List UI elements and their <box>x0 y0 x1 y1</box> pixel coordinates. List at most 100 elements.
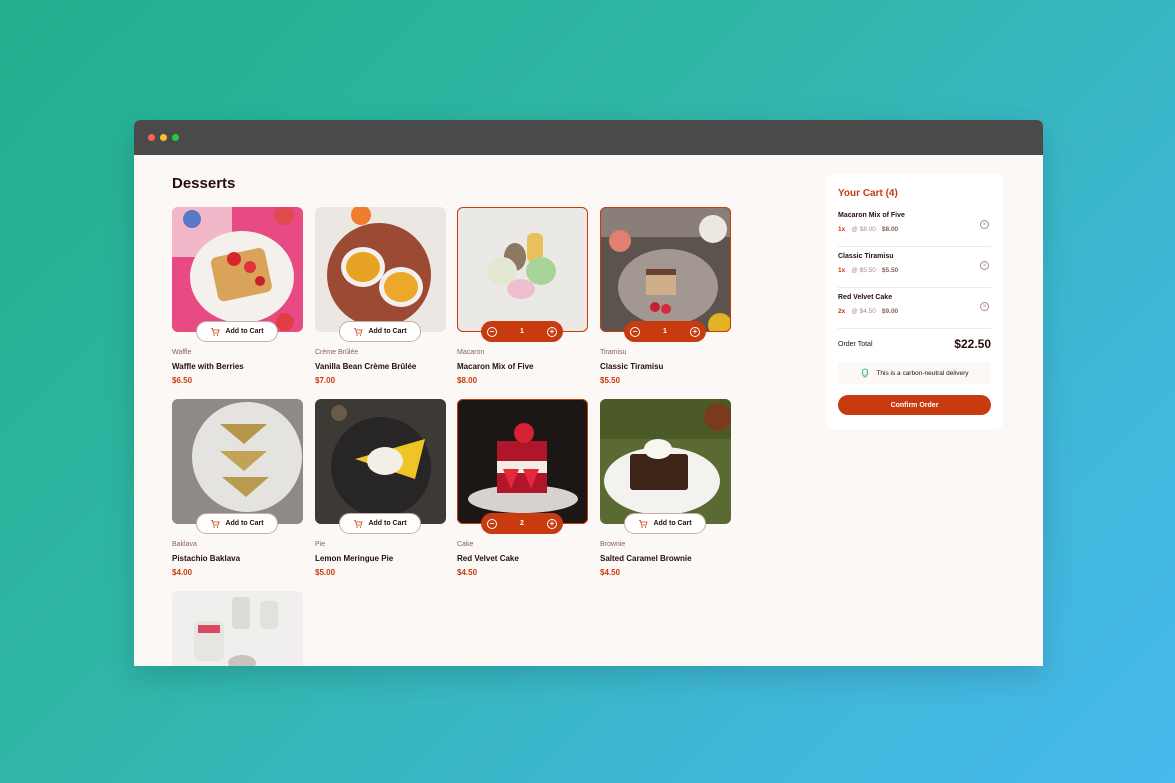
window-titlebar <box>134 120 1043 155</box>
decrement-icon[interactable]: − <box>630 326 640 337</box>
product-category: Tiramisu <box>600 349 627 356</box>
product-category: Brownie <box>600 541 626 548</box>
tree-icon <box>862 368 869 378</box>
cart-item: Macaron Mix of Five 1x @ $8.00 $8.00 × <box>838 206 991 247</box>
confirm-order-button[interactable]: Confirm Order <box>838 395 991 415</box>
product-price: $4.00 <box>172 568 193 577</box>
cart-item-unit-price: @ $5.50 <box>851 267 876 274</box>
product-image-baklava <box>172 399 303 524</box>
add-to-cart-button[interactable]: Add to Cart <box>339 513 421 534</box>
page-title: Desserts <box>172 175 236 192</box>
product-name: Pistachio Baklava <box>172 554 241 563</box>
quantity-value: 1 <box>663 328 667 335</box>
order-total-value: $22.50 <box>954 337 991 351</box>
product-card: − 2 + Cake Red Velvet Cake $4.50 <box>457 399 588 577</box>
add-to-cart-button[interactable]: Add to Cart <box>624 513 706 534</box>
add-to-cart-button[interactable]: Add to Cart <box>196 513 278 534</box>
product-category: Baklava <box>172 541 197 548</box>
product-card: Add to Cart Brownie Salted Caramel Brown… <box>600 399 731 577</box>
browser-window: Desserts Add to Cart Waffle Waffle with … <box>134 120 1043 666</box>
cart-item-qty: 1x <box>838 226 846 233</box>
quantity-value: 1 <box>520 328 524 335</box>
cart-item-name: Classic Tiramisu <box>838 253 894 260</box>
decrement-icon[interactable]: − <box>487 518 497 529</box>
product-image-tiramisu <box>600 207 731 332</box>
product-card: − 1 + Macaron Macaron Mix of Five $8.00 <box>457 207 588 385</box>
product-name: Classic Tiramisu <box>600 362 664 371</box>
product-card: Add to Cart Baklava Pistachio Baklava $4… <box>172 399 303 577</box>
add-to-cart-button[interactable]: Add to Cart <box>196 321 278 342</box>
add-to-cart-icon <box>354 327 363 336</box>
cart-item-name: Red Velvet Cake <box>838 294 893 301</box>
decrement-icon[interactable]: − <box>487 326 497 337</box>
product-price: $7.00 <box>315 376 336 385</box>
cart-item-unit-price: @ $8.00 <box>851 226 876 233</box>
cart-item: Classic Tiramisu 1x @ $5.50 $5.50 × <box>838 247 991 288</box>
product-price: $4.50 <box>457 568 478 577</box>
quantity-stepper[interactable]: − 1 + <box>481 321 563 342</box>
product-price: $6.50 <box>172 376 193 385</box>
product-price: $5.50 <box>600 376 621 385</box>
add-to-cart-label: Add to Cart <box>368 328 407 335</box>
cart-item-qty: 2x <box>838 308 846 315</box>
add-to-cart-label: Add to Cart <box>368 520 407 527</box>
remove-item-icon[interactable]: × <box>980 302 989 311</box>
product-name: Vanilla Bean Crème Brûlée <box>315 362 417 371</box>
cart-title: Your Cart (4) <box>838 188 898 199</box>
cart-item-unit-price: @ $4.50 <box>851 308 876 315</box>
increment-icon[interactable]: + <box>690 326 700 337</box>
quantity-stepper[interactable]: − 2 + <box>481 513 563 534</box>
product-name: Salted Caramel Brownie <box>600 554 692 563</box>
product-price: $5.00 <box>315 568 336 577</box>
increment-icon[interactable]: + <box>547 518 557 529</box>
cart-item-total: $8.00 <box>881 226 899 233</box>
product-name: Waffle with Berries <box>172 362 244 371</box>
cart-item: Red Velvet Cake 2x @ $4.50 $9.00 × <box>838 288 991 329</box>
product-card: Add to Cart Crème Brûlée Vanilla Bean Cr… <box>315 207 446 385</box>
add-to-cart-button[interactable]: Add to Cart <box>339 321 421 342</box>
close-window-dot[interactable] <box>148 134 155 141</box>
product-image-brownie <box>600 399 731 524</box>
maximize-window-dot[interactable] <box>172 134 179 141</box>
page-content: Desserts Add to Cart Waffle Waffle with … <box>134 155 1043 666</box>
add-to-cart-icon <box>639 519 648 528</box>
product-price: $4.50 <box>600 568 621 577</box>
add-to-cart-icon <box>211 327 220 336</box>
product-card: Add to Cart Waffle Waffle with Berries $… <box>172 207 303 385</box>
add-to-cart-label: Add to Cart <box>225 520 264 527</box>
cart-item-meta: 2x @ $4.50 $9.00 <box>838 308 898 315</box>
product-card: − 1 + Tiramisu Classic Tiramisu $5.50 <box>600 207 731 385</box>
cart-item-total: $9.00 <box>881 308 899 315</box>
carbon-neutral-text: This is a carbon-neutral delivery <box>876 369 969 377</box>
quantity-value: 2 <box>520 520 524 527</box>
product-card <box>172 591 303 666</box>
product-image-panna-cotta <box>172 591 303 666</box>
cart-item-meta: 1x @ $8.00 $8.00 <box>838 226 898 233</box>
cart-item-meta: 1x @ $5.50 $5.50 <box>838 267 898 274</box>
product-image-creme-brulee <box>315 207 446 332</box>
remove-item-icon[interactable]: × <box>980 261 989 270</box>
remove-item-icon[interactable]: × <box>980 220 989 229</box>
product-category: Cake <box>457 541 474 548</box>
add-to-cart-icon <box>211 519 220 528</box>
product-card: Add to Cart Pie Lemon Meringue Pie $5.00 <box>315 399 446 577</box>
product-category: Macaron <box>457 349 485 356</box>
product-image-waffle <box>172 207 303 332</box>
add-to-cart-label: Add to Cart <box>225 328 264 335</box>
product-image-red-velvet <box>457 399 588 524</box>
product-image-lemon-pie <box>315 399 446 524</box>
product-category: Crème Brûlée <box>315 349 359 356</box>
cart-item-total: $5.50 <box>881 267 899 274</box>
cart-panel: Your Cart (4) Macaron Mix of Five 1x @ $… <box>826 174 1003 429</box>
increment-icon[interactable]: + <box>547 326 557 337</box>
product-name: Macaron Mix of Five <box>457 362 534 371</box>
carbon-neutral-note: This is a carbon-neutral delivery <box>838 362 991 384</box>
minimize-window-dot[interactable] <box>160 134 167 141</box>
add-to-cart-label: Add to Cart <box>653 520 692 527</box>
cart-item-name: Macaron Mix of Five <box>838 212 905 219</box>
add-to-cart-icon <box>354 519 363 528</box>
product-name: Red Velvet Cake <box>457 554 519 563</box>
order-total-label: Order Total <box>838 341 873 348</box>
product-price: $8.00 <box>457 376 478 385</box>
quantity-stepper[interactable]: − 1 + <box>624 321 706 342</box>
